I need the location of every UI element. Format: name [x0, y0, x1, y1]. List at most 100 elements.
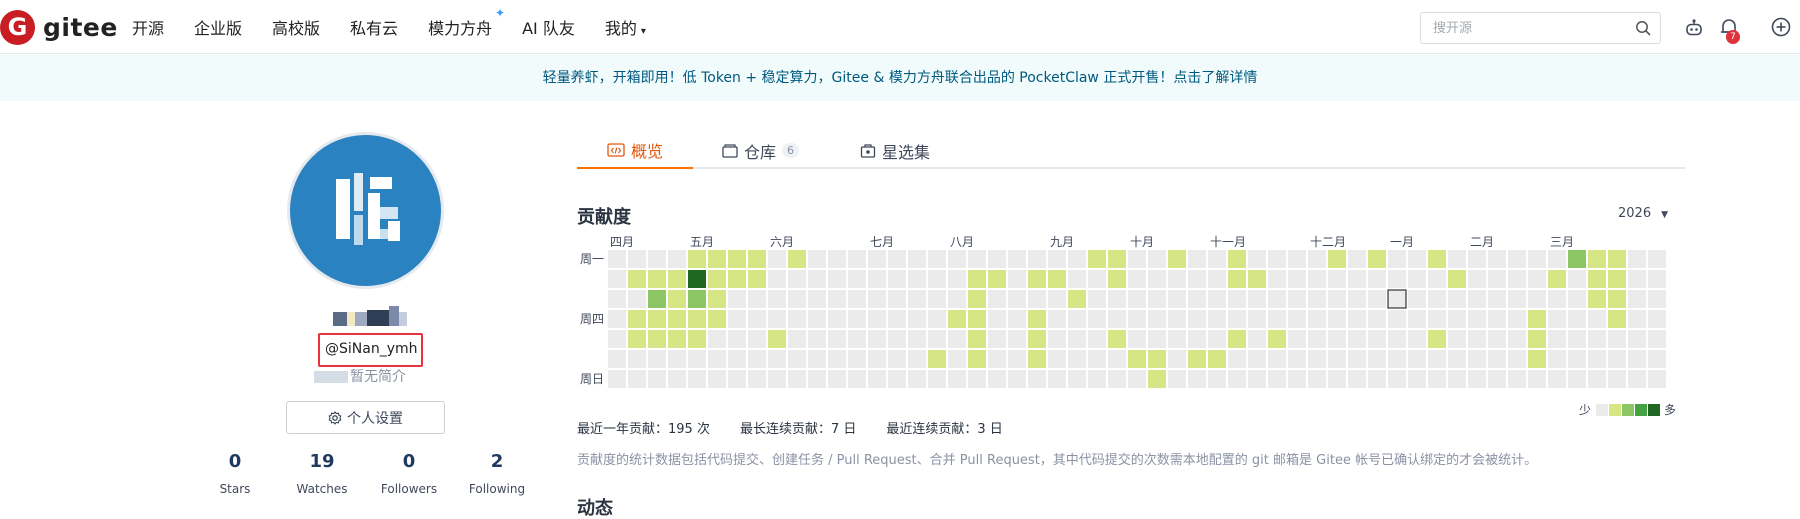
- contribution-day-cell[interactable]: [608, 330, 626, 348]
- contribution-day-cell[interactable]: [868, 370, 886, 388]
- contribution-day-cell[interactable]: [828, 350, 846, 368]
- promo-banner-text[interactable]: 轻量养虾，开箱即用！低 Token + 稳定算力，Gitee & 模力方舟联合出…: [543, 70, 1258, 86]
- contribution-day-cell[interactable]: [1588, 330, 1606, 348]
- contribution-day-cell[interactable]: [768, 330, 786, 348]
- contribution-day-cell[interactable]: [1268, 350, 1286, 368]
- contribution-day-cell[interactable]: [1008, 370, 1026, 388]
- contribution-day-cell[interactable]: [688, 350, 706, 368]
- contribution-day-cell[interactable]: [1008, 350, 1026, 368]
- contribution-day-cell[interactable]: [1288, 310, 1306, 328]
- contribution-day-cell[interactable]: [1568, 350, 1586, 368]
- contribution-day-cell[interactable]: [688, 250, 706, 268]
- contribution-day-cell[interactable]: [788, 290, 806, 308]
- nav-item-moark[interactable]: 模力方舟 ✦: [428, 6, 505, 39]
- nav-item-private-cloud[interactable]: 私有云: [350, 15, 398, 39]
- contribution-day-cell[interactable]: [708, 310, 726, 328]
- contribution-day-cell[interactable]: [928, 330, 946, 348]
- contribution-day-cell[interactable]: [668, 270, 686, 288]
- contribution-day-cell[interactable]: [628, 370, 646, 388]
- contribution-day-cell[interactable]: [1268, 370, 1286, 388]
- contribution-day-cell[interactable]: [1548, 350, 1566, 368]
- contribution-day-cell[interactable]: [788, 350, 806, 368]
- contribution-day-cell[interactable]: [1428, 310, 1446, 328]
- contribution-day-cell[interactable]: [1448, 270, 1466, 288]
- contribution-day-cell[interactable]: [1068, 310, 1086, 328]
- contribution-day-cell[interactable]: [868, 350, 886, 368]
- contribution-day-cell[interactable]: [1648, 290, 1666, 308]
- contribution-day-cell[interactable]: [608, 310, 626, 328]
- contribution-day-cell[interactable]: [1608, 370, 1626, 388]
- contribution-day-cell[interactable]: [1148, 370, 1166, 388]
- nav-item-mine[interactable]: 我的 ▾: [605, 15, 646, 39]
- tab-star-collections[interactable]: 星选集: [860, 132, 930, 169]
- contribution-day-cell[interactable]: [1248, 310, 1266, 328]
- contribution-day-cell[interactable]: [1108, 290, 1126, 308]
- contribution-day-cell[interactable]: [1568, 330, 1586, 348]
- contribution-day-cell[interactable]: [828, 290, 846, 308]
- contribution-day-cell[interactable]: [668, 350, 686, 368]
- tab-repositories[interactable]: 仓库 6: [722, 132, 800, 169]
- contribution-day-cell[interactable]: [1648, 270, 1666, 288]
- contribution-day-cell[interactable]: [1448, 330, 1466, 348]
- contribution-day-cell[interactable]: [1228, 350, 1246, 368]
- contribution-day-cell[interactable]: [1648, 350, 1666, 368]
- contribution-day-cell[interactable]: [1608, 290, 1626, 308]
- contribution-day-cell[interactable]: [1288, 330, 1306, 348]
- contribution-day-cell[interactable]: [1408, 290, 1426, 308]
- contribution-day-cell[interactable]: [1288, 270, 1306, 288]
- contribution-day-cell[interactable]: [848, 250, 866, 268]
- contribution-day-cell[interactable]: [988, 250, 1006, 268]
- contribution-day-cell[interactable]: [1048, 350, 1066, 368]
- contribution-day-cell[interactable]: [1088, 370, 1106, 388]
- search-input[interactable]: [1421, 13, 1621, 43]
- contribution-day-cell[interactable]: [1008, 250, 1026, 268]
- contribution-day-cell[interactable]: [1568, 290, 1586, 308]
- contribution-day-cell[interactable]: [828, 330, 846, 348]
- contribution-day-cell[interactable]: [928, 250, 946, 268]
- contribution-day-cell[interactable]: [1508, 370, 1526, 388]
- contribution-day-cell[interactable]: [1348, 350, 1366, 368]
- contribution-day-cell[interactable]: [1488, 290, 1506, 308]
- contribution-day-cell[interactable]: [968, 310, 986, 328]
- contribution-day-cell[interactable]: [928, 270, 946, 288]
- contribution-day-cell[interactable]: [1128, 350, 1146, 368]
- contribution-day-cell[interactable]: [608, 270, 626, 288]
- contribution-day-cell[interactable]: [1208, 310, 1226, 328]
- contribution-day-cell[interactable]: [1268, 310, 1286, 328]
- contribution-day-cell[interactable]: [1268, 270, 1286, 288]
- contribution-day-cell[interactable]: [808, 270, 826, 288]
- contribution-day-cell[interactable]: [1168, 330, 1186, 348]
- contribution-day-cell[interactable]: [1168, 350, 1186, 368]
- contribution-day-cell[interactable]: [948, 350, 966, 368]
- contribution-day-cell[interactable]: [1628, 290, 1646, 308]
- contribution-day-cell[interactable]: [908, 370, 926, 388]
- contribution-day-cell[interactable]: [1168, 250, 1186, 268]
- contribution-day-cell[interactable]: [1128, 290, 1146, 308]
- contribution-day-cell[interactable]: [768, 270, 786, 288]
- contribution-day-cell[interactable]: [968, 250, 986, 268]
- contribution-day-cell[interactable]: [688, 290, 706, 308]
- contribution-day-cell[interactable]: [668, 290, 686, 308]
- contribution-day-cell[interactable]: [1068, 290, 1086, 308]
- contribution-day-cell[interactable]: [1528, 310, 1546, 328]
- contribution-day-cell[interactable]: [868, 310, 886, 328]
- contribution-day-cell[interactable]: [888, 250, 906, 268]
- contribution-day-cell[interactable]: [1028, 330, 1046, 348]
- contribution-day-cell[interactable]: [668, 310, 686, 328]
- contribution-day-cell[interactable]: [888, 270, 906, 288]
- contribution-day-cell[interactable]: [1448, 250, 1466, 268]
- contribution-day-cell[interactable]: [1108, 350, 1126, 368]
- contribution-day-cell[interactable]: [1648, 330, 1666, 348]
- contribution-day-cell[interactable]: [888, 370, 906, 388]
- contribution-day-cell[interactable]: [1228, 310, 1246, 328]
- contribution-day-cell[interactable]: [708, 370, 726, 388]
- contribution-day-cell[interactable]: [1228, 370, 1246, 388]
- plus-circle-icon[interactable]: [1770, 16, 1792, 38]
- contribution-day-cell[interactable]: [888, 350, 906, 368]
- contribution-day-cell[interactable]: [908, 330, 926, 348]
- contribution-day-cell[interactable]: [1528, 290, 1546, 308]
- contribution-day-cell[interactable]: [1188, 310, 1206, 328]
- stat-watches[interactable]: 19 Watches: [278, 448, 366, 496]
- contribution-day-cell[interactable]: [1648, 370, 1666, 388]
- contribution-day-cell[interactable]: [1548, 330, 1566, 348]
